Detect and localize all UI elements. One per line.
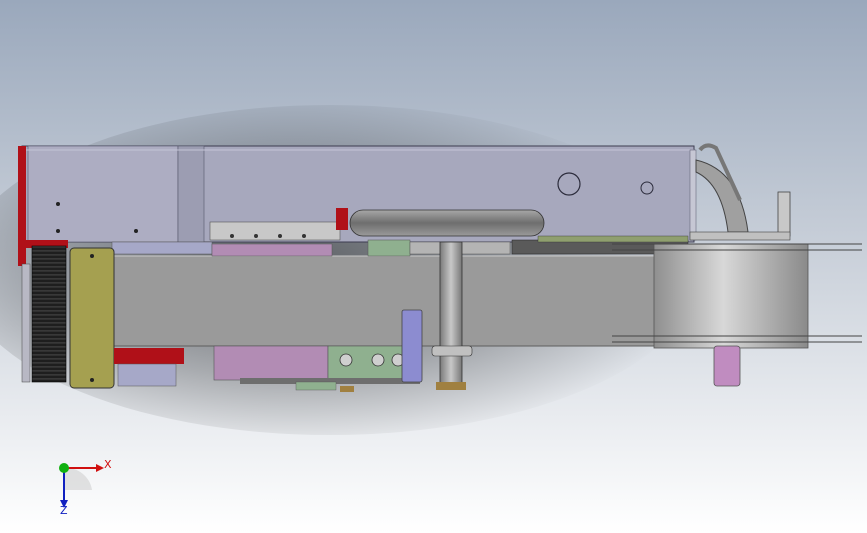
heatsink-fins bbox=[31, 245, 67, 383]
axis-label-z: Z bbox=[60, 504, 68, 517]
air-tube[interactable] bbox=[336, 208, 545, 237]
side-plate[interactable] bbox=[69, 247, 115, 389]
conveyor-belt[interactable] bbox=[69, 255, 663, 347]
axis-label-x: X bbox=[104, 458, 112, 471]
pink-pin bbox=[713, 345, 741, 387]
assembly-model[interactable]: X Z bbox=[0, 0, 867, 533]
cad-viewport[interactable]: X Z bbox=[0, 0, 867, 533]
blue-pin bbox=[401, 309, 423, 383]
